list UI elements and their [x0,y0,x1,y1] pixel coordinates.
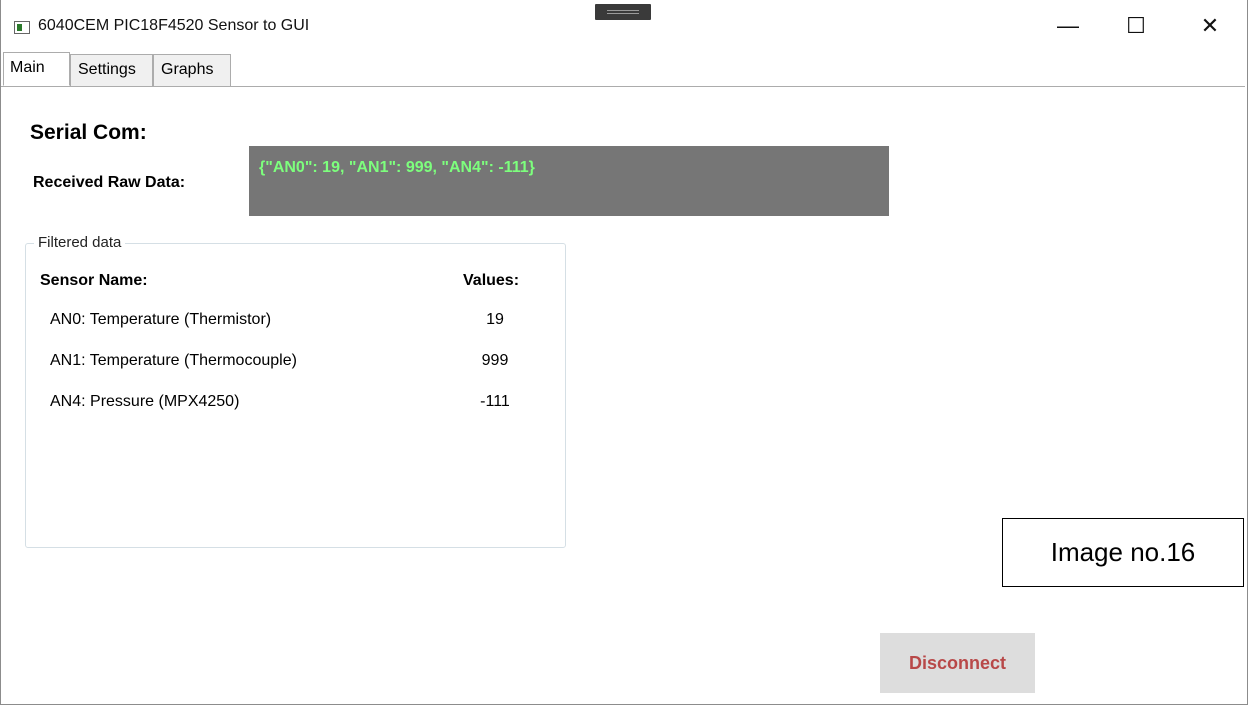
values-header: Values: [463,272,520,289]
sensor-value-an4: -111 [480,393,510,410]
sensor-name-header: Sensor Name: [40,272,148,289]
serial-com-heading: Serial Com: [30,121,147,144]
app-icon [14,21,30,34]
tab-graphs[interactable]: Graphs [153,54,231,86]
sensor-name-an1: AN1: Temperature (Thermocouple) [50,352,297,369]
close-button[interactable]: ✕ [1187,6,1233,46]
tab-main[interactable]: Main [3,52,70,86]
window-title: 6040CEM PIC18F4520 Sensor to GUI [38,17,310,34]
image-number-annotation: Image no.16 [1002,518,1244,587]
app-window: 6040CEM PIC18F4520 Sensor to GUI — ☐ ✕ M… [0,0,1248,705]
received-raw-data-label: Received Raw Data: [33,174,186,191]
raw-data-text: {"AN0": 19, "AN1": 999, "AN4": -111} [259,159,535,176]
disconnect-button[interactable]: Disconnect [880,633,1035,693]
tab-settings[interactable]: Settings [70,54,153,86]
sensor-name-an0: AN0: Temperature (Thermistor) [50,311,272,328]
sensor-value-an0: 19 [486,311,504,328]
minimize-button[interactable]: — [1045,6,1091,46]
maximize-button[interactable]: ☐ [1113,6,1159,46]
sensor-name-an4: AN4: Pressure (MPX4250) [50,393,240,410]
sensor-value-an1: 999 [481,352,509,369]
filtered-data-group: Filtered data Sensor Name: Values: AN0: … [25,234,566,548]
filtered-data-legend: Filtered data [34,234,126,251]
title-bar[interactable]: 6040CEM PIC18F4520 Sensor to GUI — ☐ ✕ [1,0,1247,52]
raw-data-display: {"AN0": 19, "AN1": 999, "AN4": -111} [249,146,889,216]
drag-grip-icon[interactable] [595,4,651,20]
